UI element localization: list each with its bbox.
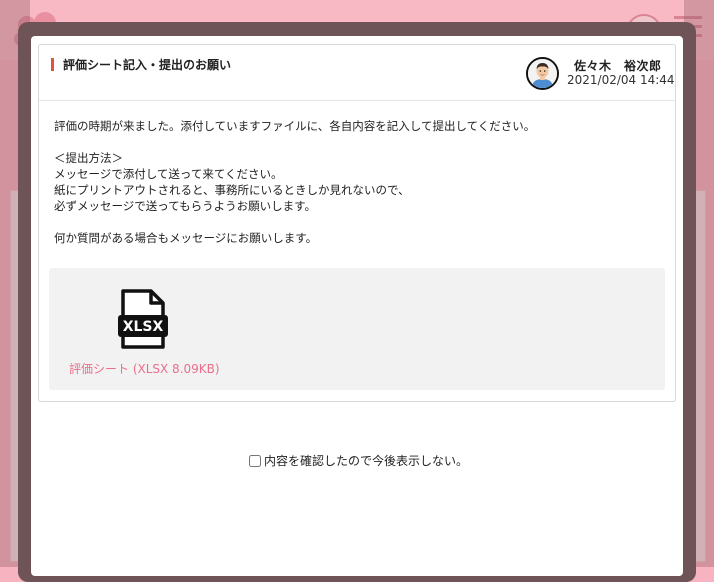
dont-show-again-label: 内容を確認したので今後表示しない。 [264,454,469,468]
dont-show-again[interactable]: 内容を確認したので今後表示しない。 [249,452,468,469]
body-line: ​ [54,134,654,150]
file-type-label: XLSX [123,319,164,335]
body-line: ​ [54,214,654,230]
body-line: 評価の時期が来ました。添付していますファイルに、各自内容を記入して提出してくださ… [54,119,536,133]
body-line: 紙にプリントアウトされると、事務所にいるときしか見れないので、 [54,183,410,197]
notice-header: 評価シート記入・提出のお願い 佐々木 裕次郎 2021/02/04 14:44 [39,45,675,101]
notice-card: 評価シート記入・提出のお願い 佐々木 裕次郎 2021/02/04 14:44 … [38,44,676,402]
body-line: 必ずメッセージで送ってもらうようお願いします。 [54,199,316,213]
attachment-link[interactable]: 評価シート (XLSX 8.09KB) [69,360,220,377]
title-accent-bar [51,58,54,71]
author-avatar-icon [526,57,559,90]
notice-modal: 評価シート記入・提出のお願い 佐々木 裕次郎 2021/02/04 14:44 … [31,36,683,576]
body-line: 何か質問がある場合もメッセージにお願いします。 [54,231,318,245]
dont-show-again-checkbox[interactable] [249,454,261,467]
xlsx-file-icon[interactable]: XLSX [117,289,169,349]
attachment-area: XLSX 評価シート (XLSX 8.09KB) [49,268,665,390]
body-line: ＜提出方法＞ [54,151,123,165]
author-name: 佐々木 裕次郎 [574,59,662,73]
notice-body: 評価の時期が来ました。添付していますファイルに、各自内容を記入して提出してくださ… [54,118,654,246]
body-line: メッセージで添付して送って来てください。 [54,167,283,181]
posted-date: 2021/02/04 14:44 [567,73,675,87]
notice-title: 評価シート記入・提出のお願い [63,58,232,72]
